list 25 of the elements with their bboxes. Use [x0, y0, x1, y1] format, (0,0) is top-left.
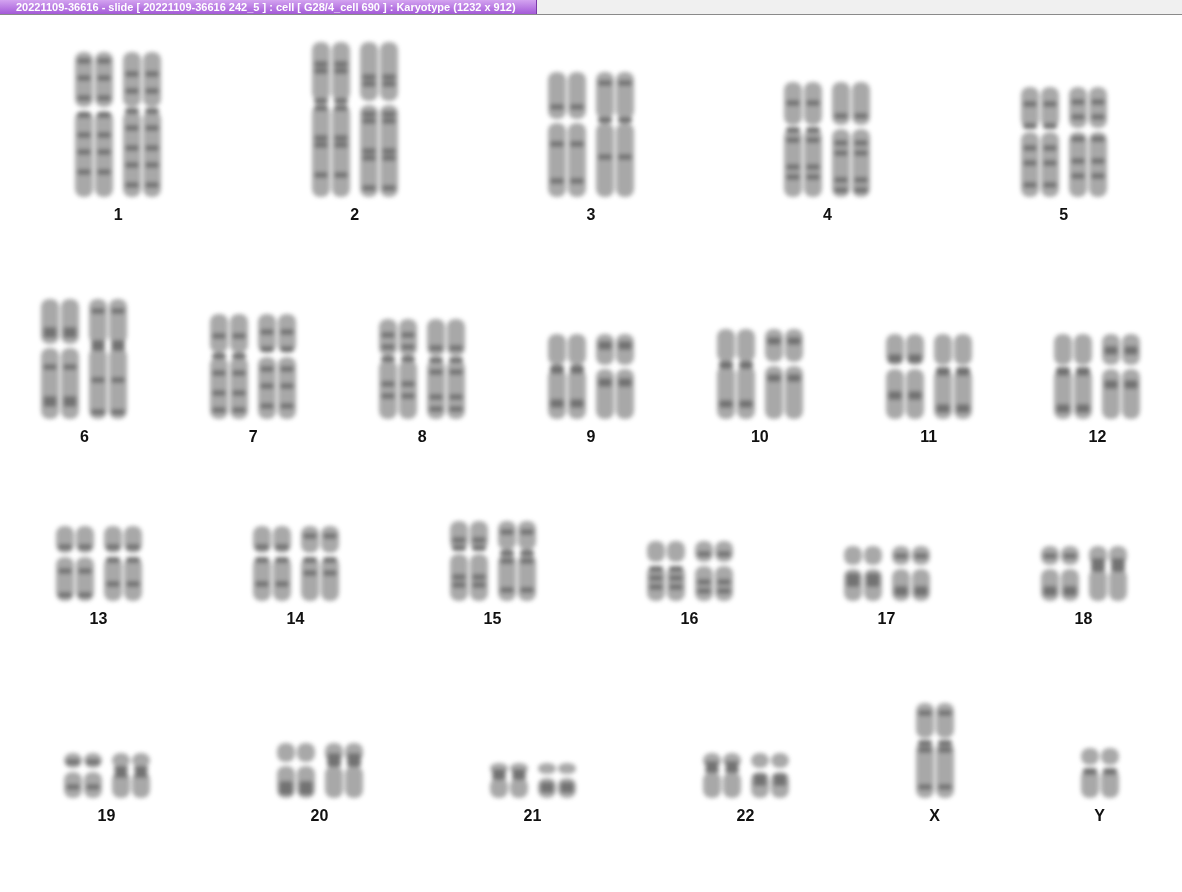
chromosome-label: X	[929, 807, 940, 825]
window-title: 20221109-36616 - slide [ 20221109-36616 242_5 ] : cell [ G28/4_cell 690 ] : Karyotype (1232 x 912)	[0, 0, 537, 14]
chromosome-label: 4	[822, 206, 832, 224]
chromosome-label: 22	[736, 807, 755, 825]
chromosome-label: 14	[286, 610, 305, 628]
chromosome-label: 11	[920, 428, 938, 446]
chromosome-label: 2	[350, 206, 360, 224]
chromosome-label: 12	[1088, 428, 1107, 446]
chromosome-label: 18	[1074, 610, 1093, 628]
chromosome-label: 5	[1059, 206, 1069, 224]
chromosome-label: 8	[417, 428, 427, 446]
chromosome-label: 17	[877, 610, 896, 628]
chromosome-label: 6	[79, 428, 89, 446]
chromosome-label: 7	[248, 428, 258, 446]
chromosome-label: 20	[310, 807, 329, 825]
chromosome-label: 21	[523, 807, 542, 825]
chromosome-label: Y	[1094, 807, 1105, 825]
chromosome-label: 10	[750, 428, 769, 446]
chromosome-label: 15	[483, 610, 502, 628]
chromosome-label: 3	[586, 206, 596, 224]
chromosome-label: 9	[586, 428, 596, 446]
chromosome-label: 16	[680, 610, 699, 628]
chromosome-label: 19	[97, 807, 116, 825]
chromosome-label: 13	[89, 610, 108, 628]
chromosome-label: 1	[113, 206, 123, 224]
